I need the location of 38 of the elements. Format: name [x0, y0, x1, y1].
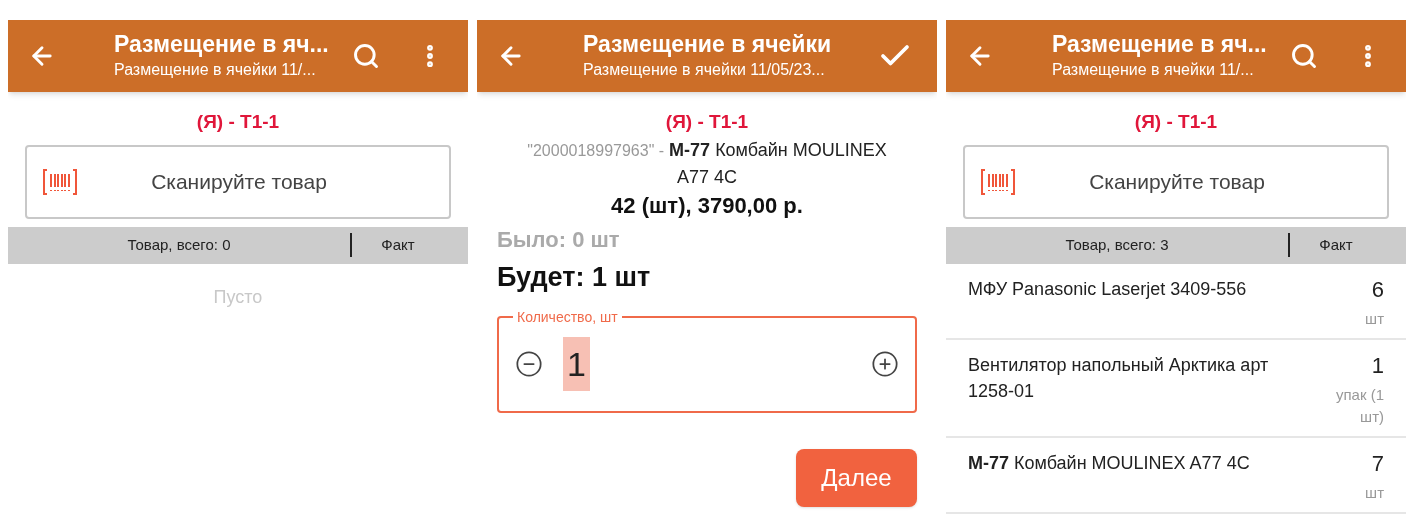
screen-title: Размещение в ячейки [583, 30, 833, 58]
screen-subtitle: Размещение в ячейки 11/05/23... [583, 60, 826, 80]
barcode-icon [981, 168, 1015, 195]
plus-icon[interactable] [871, 350, 899, 378]
column-header: Товар, всего: 3 [1064, 234, 1170, 255]
column-header: Факт [380, 234, 416, 255]
quantity-input[interactable]: 1 [563, 337, 590, 391]
screen-subtitle: Размещение в ячейки 11/... [1052, 60, 1255, 80]
product-row[interactable]: М-77 Комбайн MOULINEX A77 4C 7 шт [946, 437, 1406, 514]
product-title: "2000018997963" - М-77 Комбайн MOULINEX A77 4C [526, 138, 888, 189]
product-name: Вентилятор напольный Арктика арт 1258-01 [968, 353, 1270, 403]
will-be-label: Будет: 1 шт [496, 260, 652, 294]
minus-icon[interactable] [515, 350, 543, 378]
screen-subtitle: Размещение в ячейки 11/... [114, 60, 317, 80]
screen-title: Размещение в яч... [1052, 30, 1268, 58]
quantity-value: 1 [1371, 351, 1384, 380]
scan-field[interactable]: Сканируйте товар [25, 144, 451, 219]
quantity-value: 7 [1371, 449, 1384, 478]
cell-label: (Я) - Т1-1 [664, 110, 750, 134]
cell-label: (Я) - Т1-1 [1133, 110, 1219, 134]
column-header: Факт [1318, 234, 1354, 255]
product-name: МФУ Panasonic Laserjet 3409-556 [968, 277, 1248, 301]
product-name: М-77 Комбайн MOULINEX A77 4C [968, 451, 1251, 475]
price-label: 42 (шт), 3790,00 р. [610, 191, 804, 220]
column-header: Товар, всего: 0 [126, 234, 232, 255]
search-icon[interactable] [352, 42, 380, 70]
search-icon[interactable] [1290, 42, 1318, 70]
quantity-value: 6 [1371, 275, 1384, 304]
product-row[interactable]: Вентилятор напольный Арктика арт 1258-01 1 упак (1 шт) [946, 339, 1406, 438]
product-row[interactable]: МФУ Panasonic Laserjet 3409-556 6 шт [946, 263, 1406, 340]
scan-field[interactable]: Сканируйте товар [963, 144, 1389, 219]
barcode-icon [43, 168, 77, 195]
unit-label: шт [1365, 308, 1384, 329]
screen-title: Размещение в яч... [114, 30, 330, 58]
unit-label: шт [1365, 482, 1384, 503]
unit-label: упак (1 шт) [1334, 384, 1384, 427]
was-label: Было: 0 шт [496, 225, 621, 254]
cell-label: (Я) - Т1-1 [195, 110, 281, 134]
